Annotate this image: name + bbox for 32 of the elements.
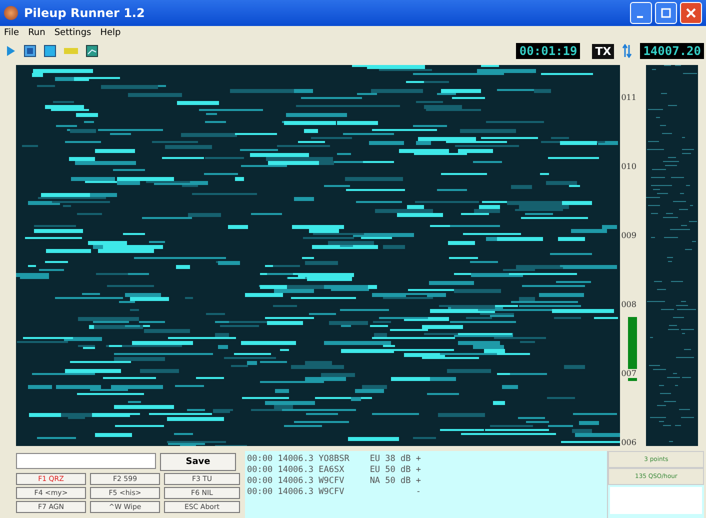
maximize-button[interactable] [655,2,677,24]
arrows-icon[interactable] [622,44,632,58]
tx-indicator: TX [592,44,614,59]
call-input-field[interactable] [16,453,156,470]
chart-icon[interactable] [86,45,98,58]
frequency-display: 14007.20 [640,43,704,60]
close-icon [686,8,696,18]
menu-item[interactable]: Help [100,28,121,38]
log-line: 00:00 14006.3 W9CFV NA 50 dB + [247,476,422,488]
save-button[interactable]: Save [160,453,236,472]
log-line: 00:00 14006.3 W9CFV - [247,487,422,498]
window-title: Pileup Runner 1.2 [24,6,145,20]
menu-item[interactable]: Settings [54,28,92,38]
menu-item[interactable]: Run [28,28,46,38]
scale-label: 010 [621,162,636,172]
log-line: 00:00 14006.3 YO8BSR EU 38 dB + [247,454,422,466]
play-icon[interactable] [6,45,16,58]
maximize-icon [661,8,671,18]
clock-display: 00:01:19 [516,43,580,60]
scale-label: 009 [621,231,636,240]
app-icon [4,6,18,20]
minimize-button[interactable] [630,2,652,24]
scale-label: 007 [621,369,636,378]
log-line: 00:00 14006.3 EA6SX EU 50 dB + [247,465,422,476]
close-button[interactable] [680,2,702,24]
scale-label: 006 [621,438,636,448]
square-icon[interactable] [24,45,36,58]
stop-icon[interactable] [44,45,56,58]
minimize-icon [636,16,642,18]
menu-item[interactable]: File [4,28,20,38]
scale-label: 011 [621,93,636,102]
scale-label: 008 [621,300,636,310]
